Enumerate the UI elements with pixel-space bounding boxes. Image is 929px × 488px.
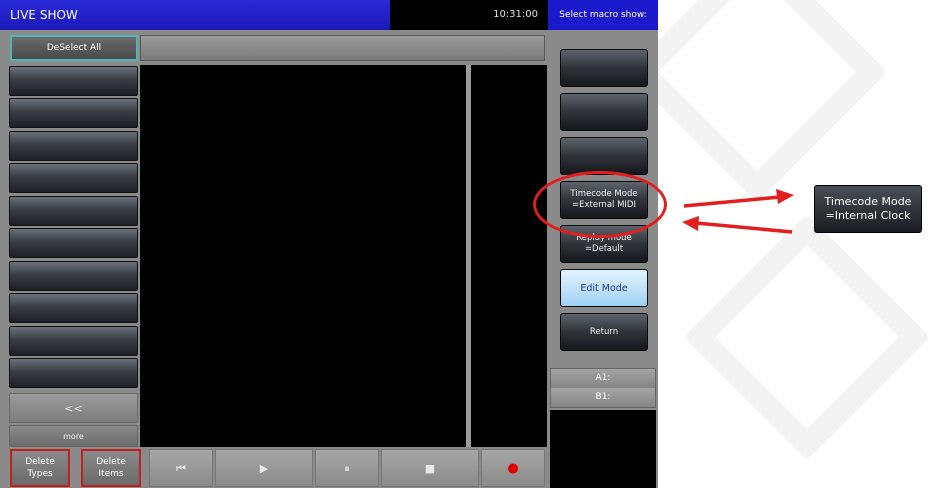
callout-line1: Timecode Mode bbox=[824, 195, 912, 208]
timecode-mode-callout: Timecode Mode =Internal Clock bbox=[814, 185, 922, 233]
arrow-to-button bbox=[695, 221, 793, 234]
annotation-arrows bbox=[682, 189, 794, 234]
callout-line2: =Internal Clock bbox=[825, 209, 911, 222]
arrow-to-callout bbox=[683, 195, 781, 208]
arrow-to-callout-head bbox=[776, 189, 794, 204]
arrow-to-button-head bbox=[682, 216, 699, 231]
